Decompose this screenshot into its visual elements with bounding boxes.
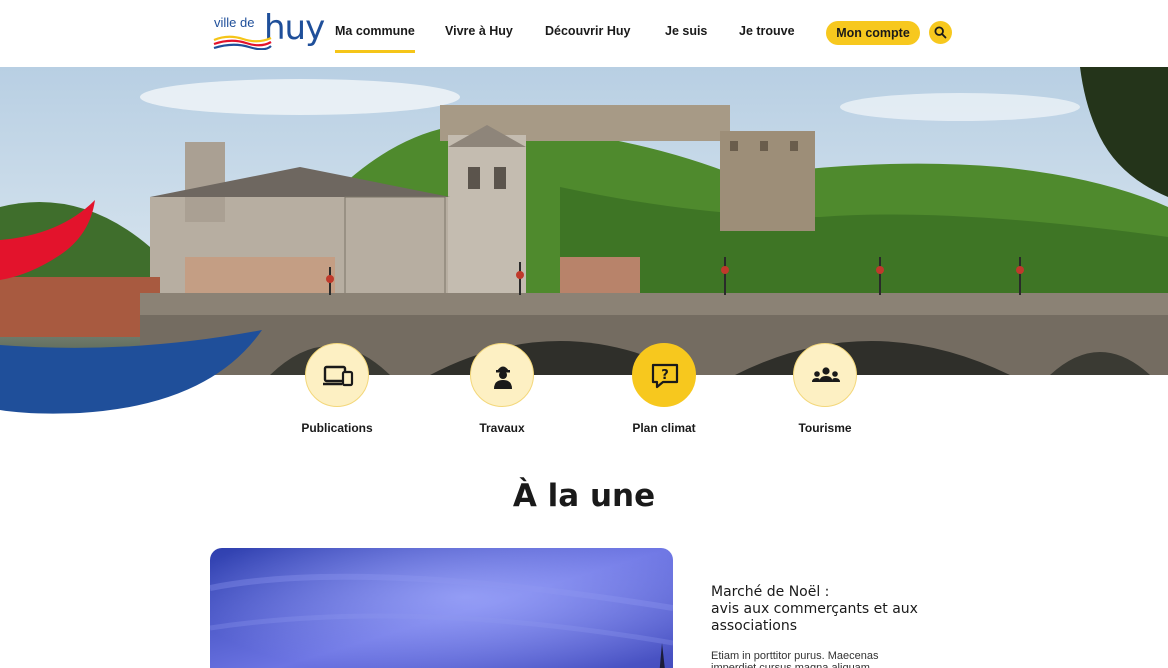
- search-button[interactable]: [929, 21, 952, 44]
- quick-link-tourisme[interactable]: Tourisme: [760, 343, 890, 435]
- quick-link-label: Tourisme: [798, 421, 852, 435]
- logo-text-small: ville de: [214, 15, 255, 30]
- site-header: ville de huy Ma commune Vivre à Huy Déco…: [0, 0, 1168, 67]
- quick-link-plan-climat[interactable]: ? Plan climat: [599, 343, 729, 435]
- logo-waves-icon: [213, 35, 272, 50]
- quick-link-circle: ?: [632, 343, 696, 407]
- section-title: À la une: [512, 478, 656, 514]
- nav-item-je-suis[interactable]: Je suis: [665, 24, 707, 38]
- question-bubble-icon: ?: [651, 363, 679, 389]
- quick-link-circle: [305, 343, 369, 407]
- worker-icon: [494, 366, 512, 389]
- news-excerpt: Etiam in porttitor purus. Maecenas imper…: [711, 650, 879, 668]
- news-title-line-2: avis aux commerçants et aux associations: [711, 601, 918, 634]
- quick-link-publications[interactable]: Publications: [272, 343, 402, 435]
- city-logo[interactable]: ville de huy: [213, 8, 325, 58]
- news-title-line-1: Marché de Noël :: [711, 584, 830, 600]
- nav-item-vivre-a-huy[interactable]: Vivre à Huy: [445, 24, 513, 38]
- page: ville de huy Ma commune Vivre à Huy Déco…: [0, 0, 1168, 668]
- nav-item-ma-commune[interactable]: Ma commune: [335, 24, 415, 53]
- account-button[interactable]: Mon compte: [826, 21, 920, 45]
- quick-link-label: Publications: [301, 421, 373, 435]
- quick-link-label: Plan climat: [632, 421, 696, 435]
- brand-swoosh-graphic: [0, 200, 262, 414]
- nav-item-decouvrir-huy[interactable]: Découvrir Huy: [545, 24, 630, 38]
- news-title[interactable]: Marché de Noël : avis aux commerçants et…: [711, 584, 931, 635]
- devices-icon: [323, 365, 354, 387]
- nav-item-je-trouve[interactable]: Je trouve: [739, 24, 795, 38]
- search-icon: [934, 26, 947, 39]
- quick-link-travaux[interactable]: Travaux: [437, 343, 567, 435]
- quick-link-label: Travaux: [479, 421, 525, 435]
- quick-link-circle: [793, 343, 857, 407]
- group-icon: [812, 367, 840, 382]
- svg-text:?: ?: [661, 368, 669, 383]
- logo-text-large: huy: [264, 8, 325, 48]
- news-image[interactable]: [210, 548, 673, 668]
- quick-link-circle: [470, 343, 534, 407]
